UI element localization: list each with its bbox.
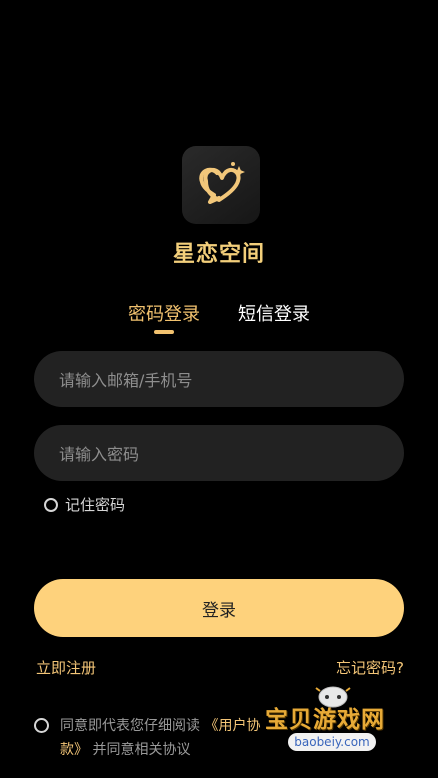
agreement-radio-icon[interactable] <box>34 718 49 733</box>
watermark-url: baobeiy.com <box>288 733 376 751</box>
active-tab-indicator <box>154 330 174 334</box>
remember-label: 记住密码 <box>65 496 126 514</box>
agreement-prefix: 同意即代表您仔细阅读 <box>60 718 200 734</box>
tab-sms-login[interactable]: 短信登录 <box>238 300 310 326</box>
user-protocol-link[interactable]: 《用户协 <box>204 718 260 734</box>
register-link[interactable]: 立即注册 <box>36 657 96 678</box>
login-tabs: 密码登录 短信登录 <box>0 300 438 340</box>
login-button[interactable]: 登录 <box>34 579 404 637</box>
watermark: 宝贝游戏网 baobeiy.com <box>265 685 415 760</box>
watermark-title: 宝贝游戏网 <box>265 707 385 733</box>
tab-password-login[interactable]: 密码登录 <box>128 300 200 326</box>
email-phone-input[interactable]: 请输入邮箱/手机号 <box>34 351 404 407</box>
agreement-suffix: 并同意相关协议 <box>92 742 191 758</box>
forgot-password-link[interactable]: 忘记密码? <box>336 657 404 678</box>
app-logo <box>182 146 260 224</box>
privacy-policy-link[interactable]: 款》 <box>60 742 88 758</box>
heart-chat-logo-icon <box>199 162 245 204</box>
app-name: 星恋空间 <box>172 242 265 267</box>
password-input[interactable]: 请输入密码 <box>34 425 404 481</box>
remember-radio-icon[interactable] <box>44 497 58 512</box>
remember-password[interactable]: 记住密码 <box>44 494 125 515</box>
